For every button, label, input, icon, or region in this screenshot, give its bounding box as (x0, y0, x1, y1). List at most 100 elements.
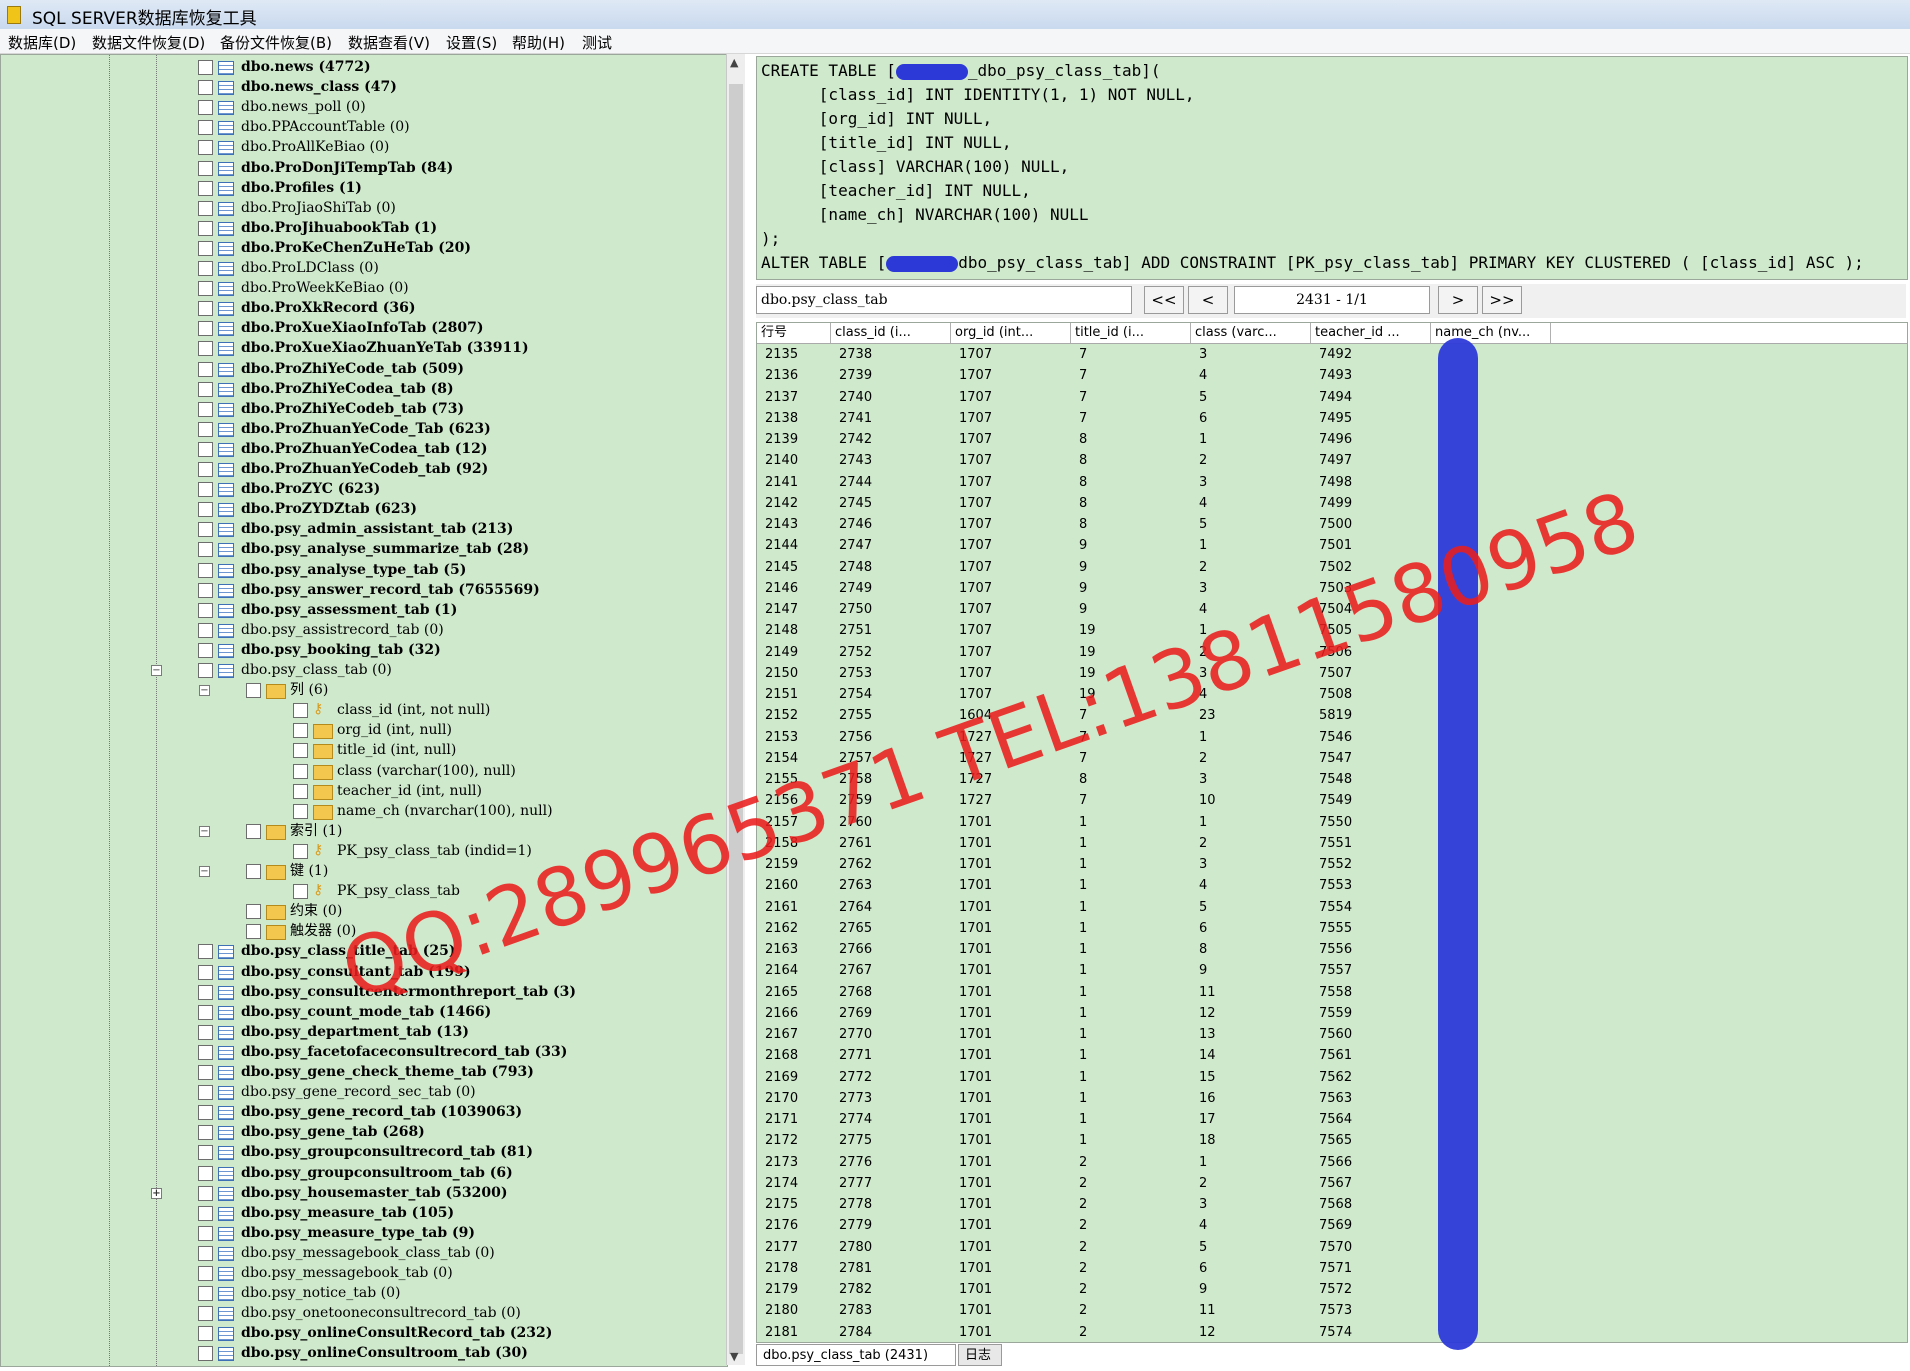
scroll-down-icon[interactable]: ▼ (730, 1350, 738, 1363)
table-row[interactable]: 2168 2771 1701 1 14 7561 (757, 1045, 1907, 1066)
checkbox[interactable] (293, 743, 308, 759)
checkbox[interactable] (293, 884, 308, 900)
checkbox[interactable] (198, 361, 213, 377)
tree-table-item[interactable]: dbo.ProDonJiTempTab (84) (1, 158, 721, 178)
table-row[interactable]: 2166 2769 1701 1 12 7559 (757, 1003, 1907, 1024)
tree-node[interactable]: − 列 (6) (1, 680, 721, 700)
tree-table-item[interactable]: dbo.news_class (47) (1, 77, 721, 97)
checkbox[interactable] (198, 1145, 213, 1161)
collapse-icon[interactable]: − (199, 685, 210, 697)
tree-node[interactable]: ⚷ class_id (int, not null) (1, 700, 721, 720)
checkbox[interactable] (198, 180, 213, 196)
checkbox[interactable] (198, 622, 213, 638)
tree-node[interactable]: name_ch (nvarchar(100), null) (1, 801, 721, 821)
tree-node[interactable]: class (varchar(100), null) (1, 761, 721, 781)
tree-table-item[interactable]: dbo.psy_housemaster_tab (53200) + (1, 1183, 721, 1203)
last-page-button[interactable]: >> (1482, 286, 1522, 314)
table-row[interactable]: 2173 2776 1701 2 1 7566 (757, 1152, 1907, 1173)
tree-table-item[interactable]: dbo.psy_gene_record_sec_tab (0) (1, 1082, 721, 1102)
collapse-icon[interactable]: − (151, 665, 162, 676)
object-tree[interactable]: dbo.news (4772) dbo.news_class (47) dbo.ne… (0, 54, 728, 1367)
tree-table-item[interactable]: dbo.psy_assessment_tab (1) (1, 600, 721, 620)
table-row[interactable]: 2175 2778 1701 2 3 7568 (757, 1194, 1907, 1215)
table-row[interactable]: 2144 2747 1707 9 1 7501 (757, 535, 1907, 556)
checkbox[interactable] (293, 783, 308, 799)
menu-test[interactable]: 测试 (582, 32, 612, 53)
checkbox[interactable] (198, 522, 213, 538)
checkbox[interactable] (293, 723, 308, 739)
checkbox[interactable] (246, 823, 261, 839)
tree-table-item[interactable]: dbo.psy_gene_tab (268) (1, 1122, 721, 1142)
prev-page-button[interactable]: < (1188, 286, 1228, 314)
checkbox[interactable] (198, 220, 213, 236)
scroll-up-icon[interactable]: ▲ (730, 56, 738, 69)
menu-help[interactable]: 帮助(H) (512, 32, 565, 53)
checkbox[interactable] (293, 843, 308, 859)
checkbox[interactable] (198, 1245, 213, 1261)
menu-settings[interactable]: 设置(S) (446, 32, 497, 53)
tree-table-item[interactable]: dbo.ProZhuanYeCodeb_tab (92) (1, 459, 721, 479)
tree-table-item[interactable]: dbo.psy_department_tab (13) (1, 1022, 721, 1042)
tree-table-item[interactable]: dbo.psy_notice_tab (0) (1, 1283, 721, 1303)
tree-table-item[interactable]: dbo.ProXueXiaoInfoTab (2807) (1, 318, 721, 338)
tree-node[interactable]: org_id (int, null) (1, 720, 721, 740)
table-row[interactable]: 2137 2740 1707 7 5 7494 (757, 387, 1907, 408)
tree-table-item[interactable]: dbo.ProZhuanYeCodea_tab (12) (1, 439, 721, 459)
table-row[interactable]: 2160 2763 1701 1 4 7553 (757, 875, 1907, 896)
checkbox[interactable] (198, 602, 213, 618)
tree-table-item[interactable]: dbo.psy_onlineConsultroom_tab (30) (1, 1343, 721, 1363)
column-header[interactable]: teacher_id ... (1311, 323, 1431, 343)
table-row[interactable]: 2170 2773 1701 1 16 7563 (757, 1088, 1907, 1109)
column-header[interactable]: class (varc... (1191, 323, 1311, 343)
checkbox[interactable] (246, 904, 261, 920)
table-row[interactable]: 2167 2770 1701 1 13 7560 (757, 1024, 1907, 1045)
tree-table-item[interactable]: dbo.ProKeChenZuHeTab (20) (1, 238, 721, 258)
checkbox[interactable] (198, 462, 213, 477)
table-name-field[interactable]: dbo.psy_class_tab (756, 286, 1132, 314)
tree-table-item[interactable]: dbo.news_poll (0) (1, 97, 721, 117)
tree-table-item[interactable]: dbo.ProXkRecord (36) (1, 298, 721, 318)
table-row[interactable]: 2158 2761 1701 1 2 7551 (757, 833, 1907, 854)
checkbox[interactable] (198, 1165, 213, 1181)
table-row[interactable]: 2143 2746 1707 8 5 7500 (757, 514, 1907, 535)
menu-database[interactable]: 数据库(D) (8, 32, 76, 53)
column-header[interactable]: title_id (i... (1071, 323, 1191, 343)
checkbox[interactable] (198, 1125, 213, 1141)
table-row[interactable]: 2161 2764 1701 1 5 7554 (757, 897, 1907, 918)
checkbox[interactable] (198, 441, 213, 457)
table-row[interactable]: 2177 2780 1701 2 5 7570 (757, 1237, 1907, 1258)
table-row[interactable]: 2179 2782 1701 2 9 7572 (757, 1279, 1907, 1300)
checkbox[interactable] (198, 1105, 213, 1121)
checkbox[interactable] (293, 703, 308, 719)
checkbox[interactable] (198, 381, 213, 397)
checkbox[interactable] (198, 160, 213, 176)
table-row[interactable]: 2141 2744 1707 8 3 7498 (757, 472, 1907, 493)
checkbox[interactable] (198, 542, 213, 558)
table-row[interactable]: 2181 2784 1701 2 12 7574 (757, 1322, 1907, 1343)
checkbox[interactable] (293, 763, 308, 779)
table-row[interactable]: 2138 2741 1707 7 6 7495 (757, 408, 1907, 429)
checkbox[interactable] (198, 341, 213, 357)
tree-table-item[interactable]: dbo.psy_assistrecord_tab (0) (1, 620, 721, 640)
collapse-icon[interactable]: − (199, 866, 210, 877)
checkbox[interactable] (198, 1065, 213, 1080)
table-row[interactable]: 2169 2772 1701 1 15 7562 (757, 1067, 1907, 1088)
table-row[interactable]: 2140 2743 1707 8 2 7497 (757, 450, 1907, 471)
tree-table-item[interactable]: dbo.psy_messagebook_class_tab (0) (1, 1243, 721, 1263)
checkbox[interactable] (246, 924, 261, 940)
tree-table-item[interactable]: dbo.psy_measure_type_tab (9) (1, 1223, 721, 1243)
tree-table-item[interactable]: dbo.psy_messagebook_tab (0) (1, 1263, 721, 1283)
checkbox[interactable] (198, 1286, 213, 1302)
tree-table-item[interactable]: dbo.psy_groupconsultroom_tab (6) (1, 1163, 721, 1183)
tree-table-item[interactable]: dbo.ProZhiYeCode_tab (509) (1, 359, 721, 379)
checkbox[interactable] (198, 100, 213, 116)
tree-table-item[interactable]: dbo.ProZYDZtab (623) (1, 499, 721, 519)
checkbox[interactable] (198, 80, 213, 96)
checkbox[interactable] (198, 200, 213, 216)
checkbox[interactable] (198, 240, 213, 256)
table-row[interactable]: 2136 2739 1707 7 4 7493 (757, 365, 1907, 386)
checkbox[interactable] (198, 964, 213, 980)
page-info-field[interactable]: 2431 - 1/1 (1234, 286, 1430, 314)
tree-table-item[interactable]: dbo.psy_gene_record_tab (1039063) (1, 1102, 721, 1122)
table-row[interactable]: 2180 2783 1701 2 11 7573 (757, 1300, 1907, 1321)
